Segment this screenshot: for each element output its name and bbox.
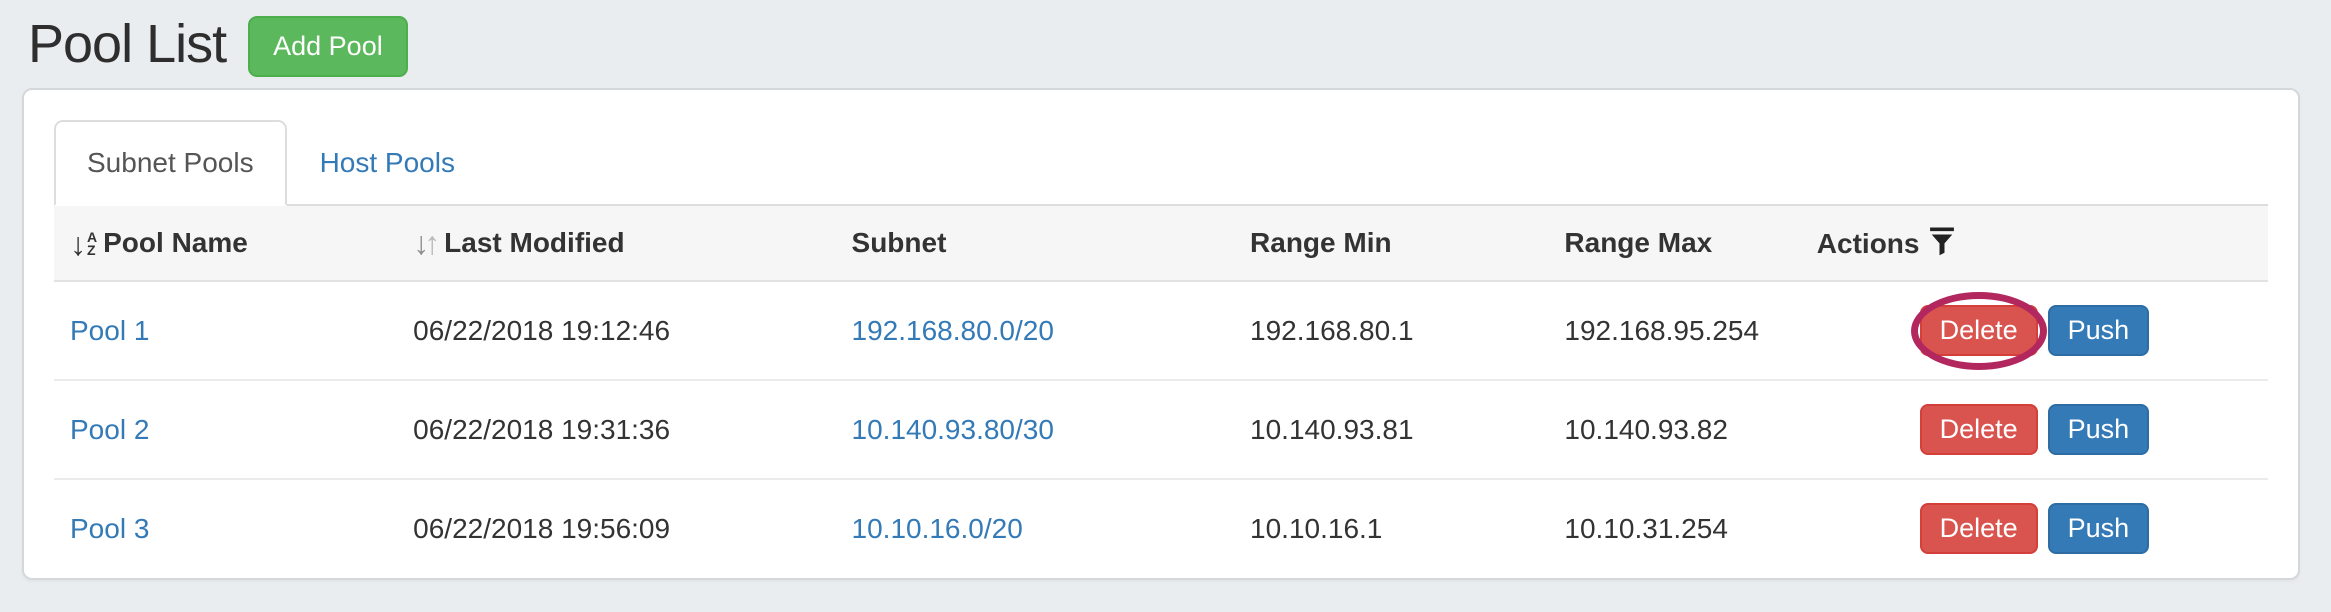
column-header-range-max: Range Max: [1548, 206, 1800, 281]
sort-unsorted-icon[interactable]: ↓↑: [413, 229, 440, 257]
filter-icon[interactable]: [1929, 226, 1955, 256]
column-header-range-min: Range Min: [1234, 206, 1548, 281]
range-max-value: 192.168.95.254: [1548, 281, 1800, 380]
range-min-value: 192.168.80.1: [1234, 281, 1548, 380]
subnet-link[interactable]: 10.10.16.0/20: [852, 513, 1023, 544]
pool-tabs: Subnet Pools Host Pools: [54, 120, 2268, 206]
table-row: Pool 3 06/22/2018 19:56:09 10.10.16.0/20…: [54, 479, 2268, 577]
table-row: Pool 1 06/22/2018 19:12:46 192.168.80.0/…: [54, 281, 2268, 380]
tab-subnet-pools[interactable]: Subnet Pools: [54, 120, 287, 206]
table-header-row: ↓AZPool Name ↓↑Last Modified Subnet Rang…: [54, 206, 2268, 281]
page-header: Pool List Add Pool: [0, 0, 2331, 88]
range-max-value: 10.140.93.82: [1548, 380, 1800, 479]
last-modified-value: 06/22/2018 19:31:36: [397, 380, 835, 479]
delete-button[interactable]: Delete: [1920, 305, 2038, 356]
push-button[interactable]: Push: [2048, 305, 2150, 356]
pool-name-link[interactable]: Pool 3: [70, 513, 149, 544]
column-header-actions: Actions: [1801, 206, 2268, 281]
tab-host-pools[interactable]: Host Pools: [287, 120, 488, 206]
pool-name-link[interactable]: Pool 2: [70, 414, 149, 445]
table-row: Pool 2 06/22/2018 19:31:36 10.140.93.80/…: [54, 380, 2268, 479]
delete-button[interactable]: Delete: [1920, 404, 2038, 455]
last-modified-value: 06/22/2018 19:56:09: [397, 479, 835, 577]
page-title: Pool List: [28, 13, 226, 75]
subnet-pools-table: ↓AZPool Name ↓↑Last Modified Subnet Rang…: [54, 206, 2268, 577]
delete-button[interactable]: Delete: [1920, 503, 2038, 554]
range-min-value: 10.140.93.81: [1234, 380, 1548, 479]
subnet-link[interactable]: 10.140.93.80/30: [852, 414, 1054, 445]
column-header-last-modified[interactable]: ↓↑Last Modified: [397, 206, 835, 281]
subnet-link[interactable]: 192.168.80.0/20: [852, 315, 1054, 346]
pool-list-panel: Subnet Pools Host Pools ↓AZPool Name ↓↑L…: [22, 88, 2300, 580]
column-header-pool-name[interactable]: ↓AZPool Name: [54, 206, 397, 281]
push-button[interactable]: Push: [2048, 503, 2150, 554]
push-button[interactable]: Push: [2048, 404, 2150, 455]
last-modified-value: 06/22/2018 19:12:46: [397, 281, 835, 380]
sort-alpha-asc-icon[interactable]: ↓AZ: [70, 230, 97, 258]
pool-name-link[interactable]: Pool 1: [70, 315, 149, 346]
range-max-value: 10.10.31.254: [1548, 479, 1800, 577]
add-pool-button[interactable]: Add Pool: [248, 16, 408, 77]
range-min-value: 10.10.16.1: [1234, 479, 1548, 577]
column-header-subnet: Subnet: [836, 206, 1235, 281]
